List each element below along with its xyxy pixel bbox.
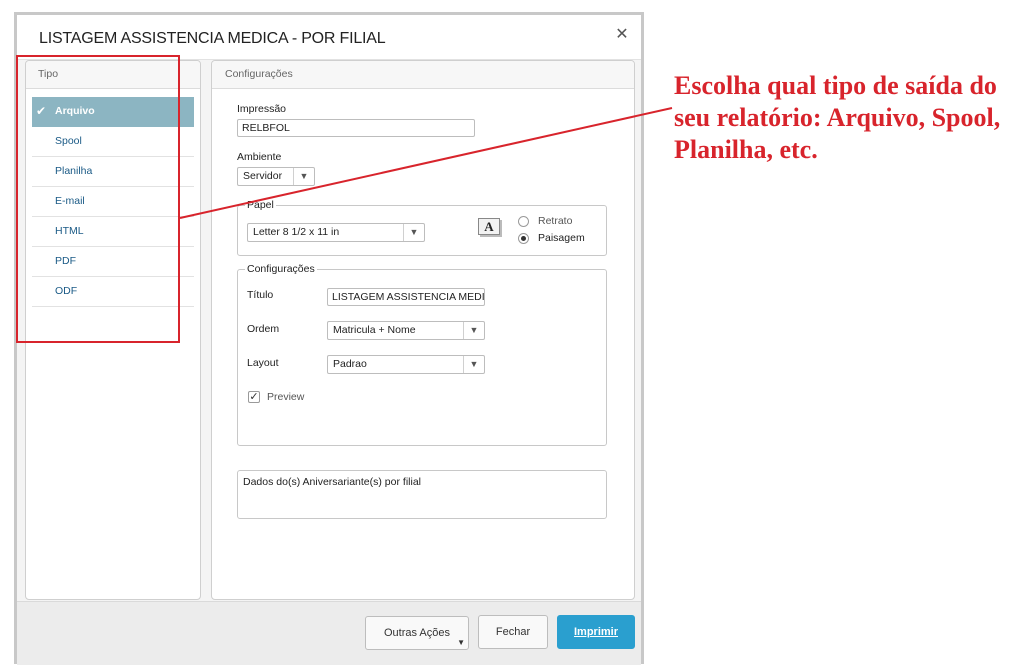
annotation-text: Escolha qual tipo de saída do seu relató… (674, 71, 1001, 164)
